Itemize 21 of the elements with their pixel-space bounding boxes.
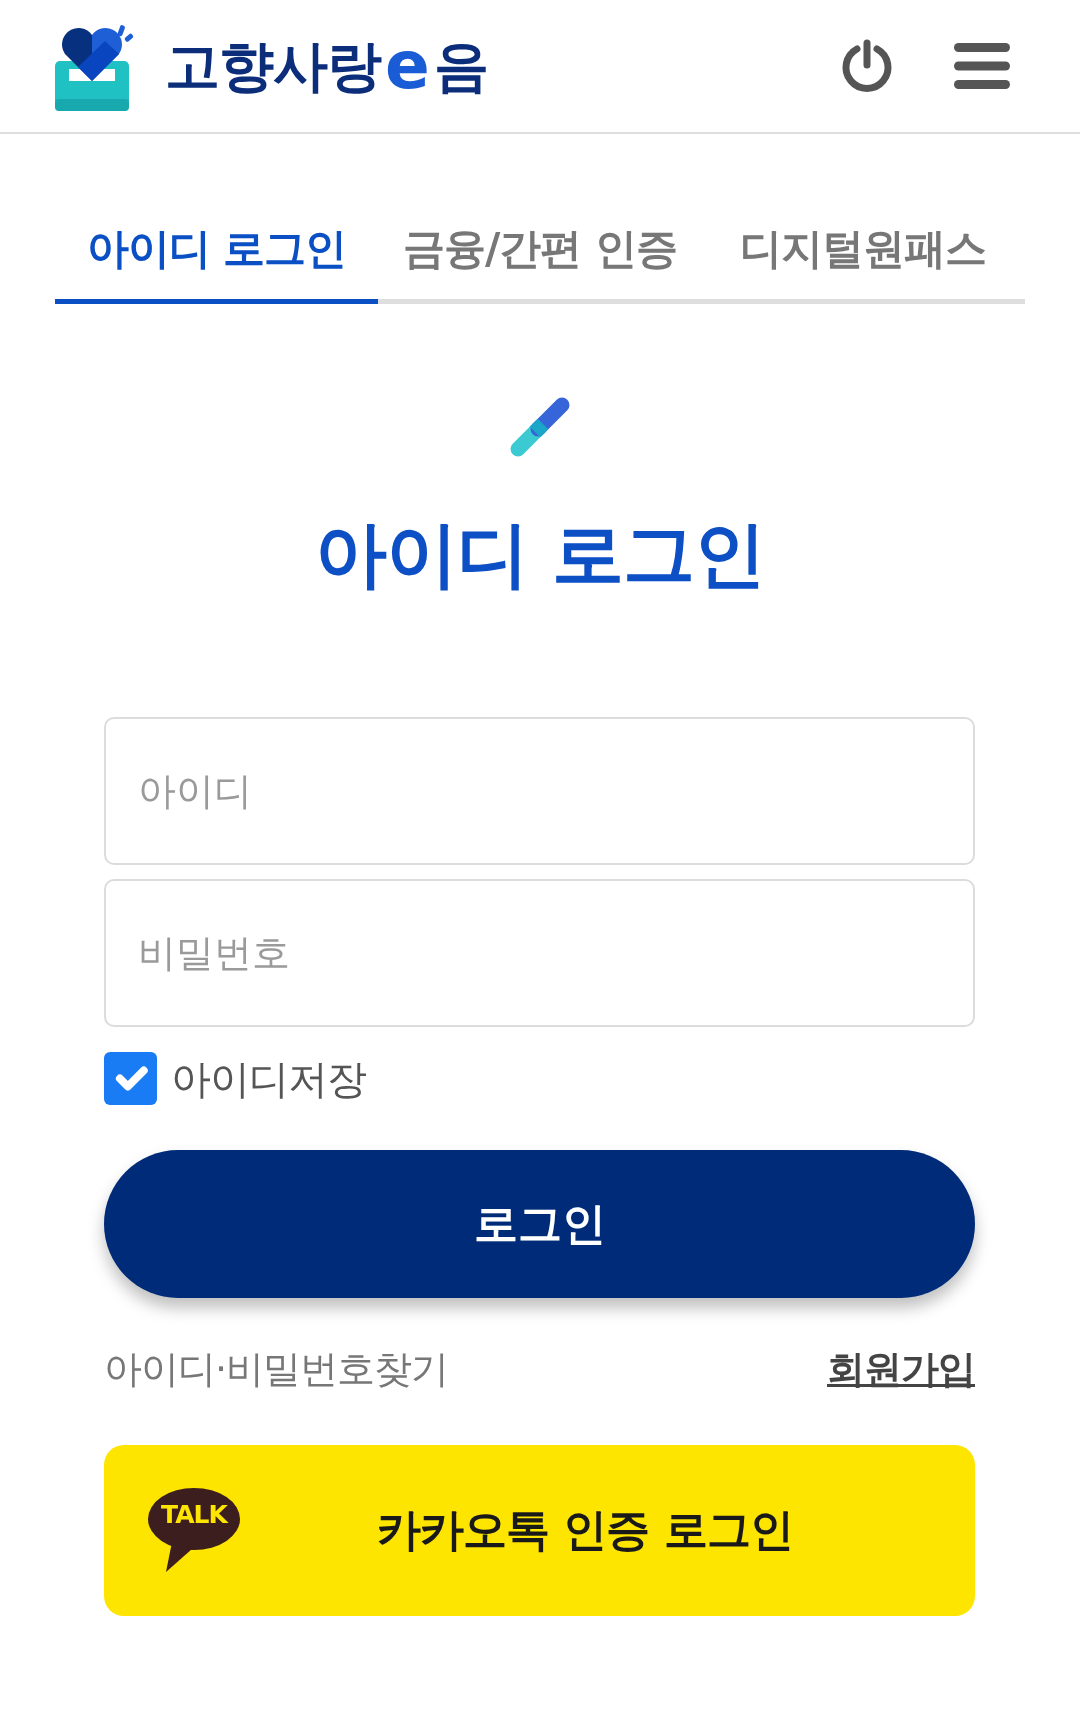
power-icon[interactable]	[840, 39, 894, 93]
input-field[interactable]: 아이디	[104, 717, 975, 866]
input-field[interactable]: 비밀번호	[104, 879, 975, 1028]
tab[interactable]: 디지털원패스	[701, 219, 1025, 304]
find-account-link[interactable]: 아이디·비밀번호찾기	[104, 1347, 449, 1393]
menu-icon[interactable]	[954, 43, 1010, 89]
checkbox[interactable]	[104, 1052, 157, 1106]
bubble-label: TALK	[160, 1502, 230, 1528]
login-button[interactable]: 로그인	[104, 1150, 975, 1299]
logo-text: 음	[433, 38, 488, 94]
kakao-login-button[interactable]: TALK 카카오톡 인증 로그인	[104, 1445, 975, 1616]
page-title: 아이디 로그인	[314, 511, 766, 598]
speech-bubble-icon	[148, 1488, 240, 1573]
tab[interactable]: 아이디 로그인	[55, 219, 379, 304]
tab[interactable]: 금융/간편 인증	[378, 219, 702, 304]
checkbox-label: 아이디저장	[171, 1058, 366, 1099]
kakao-login-label: 카카오톡 인증 로그인	[376, 1503, 794, 1558]
pencil-icon	[508, 395, 572, 459]
logo-letter: e	[385, 33, 430, 99]
logo-text: 고향사랑	[165, 38, 381, 94]
signup-link[interactable]: 회원가입	[827, 1347, 975, 1393]
